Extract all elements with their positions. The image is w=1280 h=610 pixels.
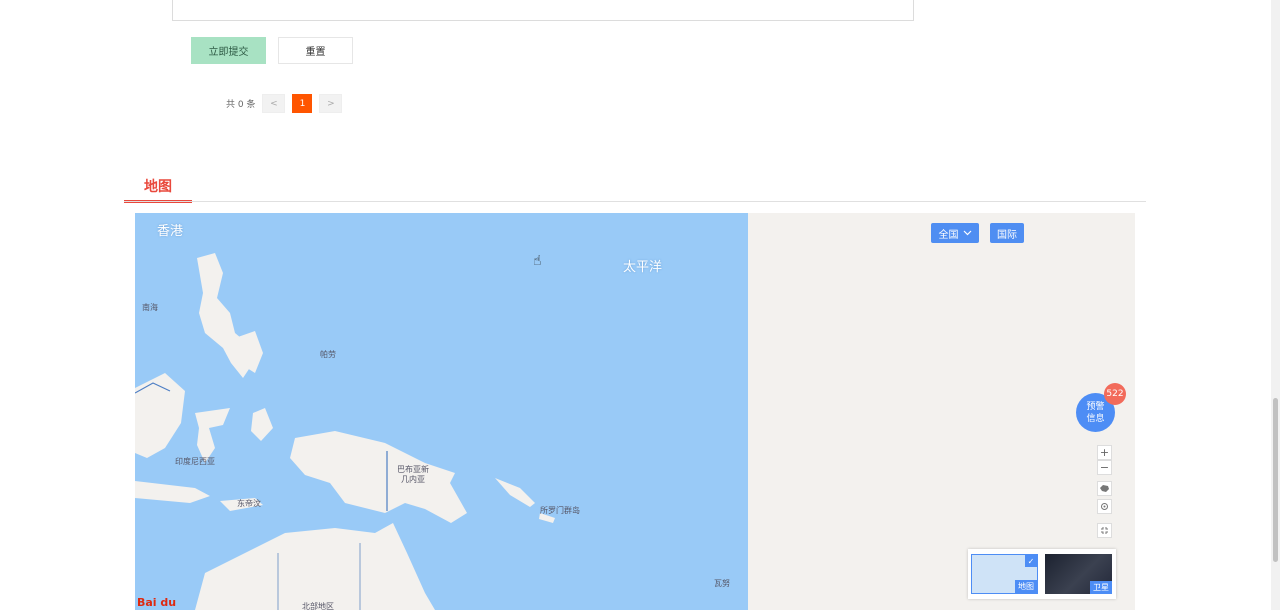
map-type-switcher: ✓ 地图 卫星 (968, 549, 1116, 599)
map-type-satellite-label: 卫星 (1090, 581, 1112, 594)
fullscreen-exit-icon[interactable] (1097, 523, 1112, 538)
submit-button[interactable]: 立即提交 (191, 37, 266, 64)
alert-info-label: 预警 信息 (1086, 401, 1105, 424)
chevron-down-icon (963, 228, 972, 239)
map-label-solomon: 所罗门群岛 (540, 506, 580, 515)
zoom-in-button[interactable]: + (1097, 445, 1112, 460)
map-label-png: 巴布亚新 几内亚 (397, 465, 429, 484)
pagination: 共 0 条 < 1 > (226, 94, 343, 113)
map-label-northern-territory: 北部地区 (302, 602, 334, 610)
china-map-icon[interactable] (1097, 481, 1112, 496)
map-label-timor: 东帝汶 (237, 499, 261, 508)
map-type-standard-label: 地图 (1015, 580, 1037, 593)
baidu-logo: Bai du (137, 596, 176, 609)
reset-button[interactable]: 重置 (278, 37, 353, 64)
description-textarea[interactable] (172, 0, 914, 21)
next-page-button[interactable]: > (319, 94, 343, 113)
map-ocean: 香港 太平洋 南海 帕劳 印度尼西亚 巴布亚新 几内亚 所罗门群岛 东帝汶 北部… (135, 213, 748, 610)
map-type-standard[interactable]: ✓ 地图 (971, 554, 1038, 594)
map-section-tab[interactable]: 地图 (124, 176, 192, 203)
map-label-nansha: 南海 (142, 303, 158, 312)
map-type-satellite[interactable]: 卫星 (1045, 554, 1112, 594)
baidu-logo-text: Bai du (137, 596, 177, 609)
map-label-indonesia: 印度尼西亚 (175, 457, 215, 466)
alert-count-badge: 522 (1104, 383, 1126, 405)
region-select-label: 全国 (938, 229, 959, 241)
map-label-palau: 帕劳 (320, 350, 336, 359)
map-label-hongkong: 香港 (157, 224, 184, 239)
prev-page-button[interactable]: < (262, 94, 286, 113)
pagination-total: 共 0 条 (226, 100, 256, 110)
hand-cursor-icon: ☝ (533, 253, 542, 269)
region-select-button[interactable]: 全国 (931, 223, 979, 243)
scrollbar-thumb[interactable] (1273, 398, 1278, 562)
page: 立即提交 重置 共 0 条 < 1 > 地图 香港 太平洋 南海 帕劳 印度尼西… (0, 0, 1280, 610)
international-button[interactable]: 国际 (990, 223, 1024, 243)
page-scrollbar[interactable] (1271, 0, 1280, 610)
check-icon: ✓ (1025, 555, 1037, 567)
map-canvas[interactable]: 香港 太平洋 南海 帕劳 印度尼西亚 巴布亚新 几内亚 所罗门群岛 东帝汶 北部… (135, 213, 1135, 610)
map-label-pacific: 太平洋 (623, 260, 663, 275)
page-number-button[interactable]: 1 (292, 94, 313, 113)
locate-icon[interactable] (1097, 499, 1112, 514)
section-divider (124, 201, 1146, 202)
zoom-out-button[interactable]: − (1097, 460, 1112, 475)
map-label-vanuatu: 瓦努 (714, 579, 730, 588)
